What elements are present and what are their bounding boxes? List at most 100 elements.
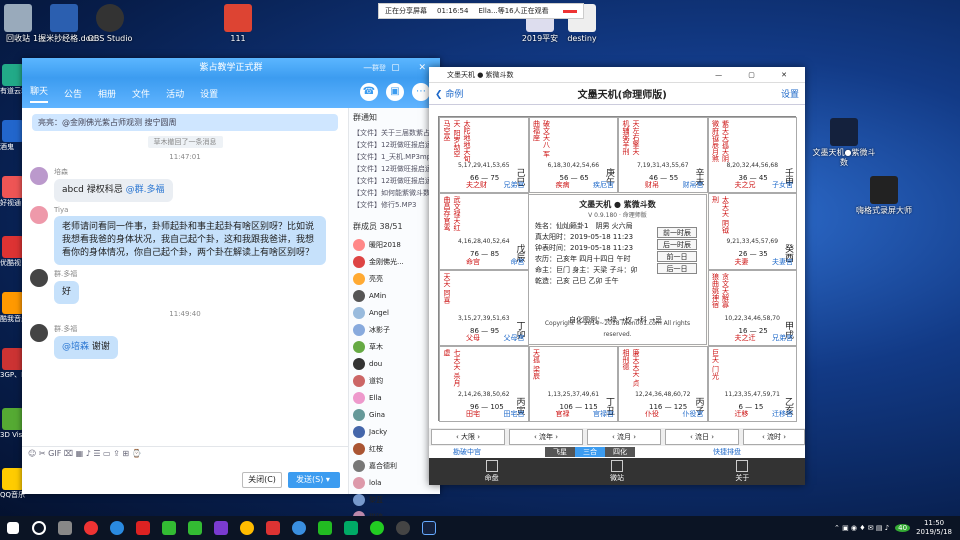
taskbar-app[interactable] <box>104 516 130 540</box>
avatar[interactable] <box>30 167 48 185</box>
file-item[interactable]: 【文件】关于三届数紫占... <box>349 127 440 139</box>
pinned-message[interactable]: 亮亮：@金刚佛光紫占师观测 搜宁圆周 <box>32 114 338 131</box>
member-item[interactable]: AMin <box>349 287 440 304</box>
taskbar-app[interactable] <box>182 516 208 540</box>
time-shift-button[interactable]: 后一日 <box>657 263 697 274</box>
close-button[interactable]: 关闭(C) <box>242 472 282 488</box>
taskbar-app[interactable] <box>52 516 78 540</box>
mode-sanhe[interactable]: 三合 <box>575 447 605 457</box>
tab-notice[interactable]: 公告 <box>64 87 82 100</box>
taskbar-app[interactable] <box>208 516 234 540</box>
member-item[interactable]: 黎蓝 <box>349 491 440 508</box>
quick-chart-button[interactable]: 快捷排盘 <box>713 447 741 457</box>
more-icon[interactable]: ⋯ <box>412 83 430 101</box>
palace-cell[interactable]: 七天天 杀月虚 2,14,26,38,50,62 96 — 105 丙寅 田宅 田宅宫 <box>439 345 529 422</box>
tab-album[interactable]: 相册 <box>98 87 116 100</box>
footer-chart[interactable]: 命盘 <box>472 460 512 485</box>
flow-4[interactable]: ‹ 流时 › <box>743 429 805 445</box>
message-input[interactable]: 关闭(C) 发送(S) ▾ <box>22 460 348 494</box>
flow-3[interactable]: ‹ 流日 › <box>665 429 739 445</box>
palace-cell[interactable]: 天孤 梁辰 1,13,25,37,49,61 106 — 115 丁丑 官禄 官禄宫 <box>528 345 618 422</box>
avatar[interactable] <box>30 269 48 287</box>
time-shift-button[interactable]: 前一日 <box>657 251 697 262</box>
palace-cell[interactable]: 太陀地地天旬天 阳罗劫空马空巫 5,17,29,41,53,65 66 — 75 己巳… <box>439 117 529 194</box>
mode-sihua[interactable]: 四化 <box>605 447 635 457</box>
tray-icons[interactable]: ⌃ ▣ ◉ ♦ ✉ ▤ ♪ <box>834 524 889 532</box>
file-item[interactable]: 【文件】修行5.MP3 <box>349 199 440 211</box>
notification-badge[interactable]: 40 <box>895 524 911 532</box>
palace-cell[interactable]: 廉天天天 贞相刑德 12,24,36,48,60,72 116 — 125 丙子 仆役仆… <box>618 345 708 422</box>
member-item[interactable]: Angel <box>349 304 440 321</box>
flow-2[interactable]: ‹ 流月 › <box>587 429 661 445</box>
kanpo-button[interactable]: 勘破中宫 <box>453 447 481 457</box>
tab-chat[interactable]: 聊天 <box>30 84 49 103</box>
window-controls[interactable]: — ▢ ✕ <box>715 67 799 83</box>
clock[interactable]: 11:50 2019/5/18 <box>916 519 952 537</box>
taskbar-app[interactable] <box>234 516 260 540</box>
share-icon[interactable]: ▣ <box>386 83 404 101</box>
member-item[interactable]: 亮亮 <box>349 270 440 287</box>
avatar[interactable] <box>30 324 48 342</box>
palace-cell[interactable]: 紫天天孤天阴 微府钺辰月煞 8,20,32,44,56,68 36 — 45 壬申 夫之… <box>707 117 797 194</box>
flow-0[interactable]: ‹ 大限 › <box>431 429 505 445</box>
member-item[interactable]: 冰影子 <box>349 321 440 338</box>
time-shift-button[interactable]: 后一时辰 <box>657 239 697 250</box>
settings-button[interactable]: 设置 <box>781 87 799 100</box>
taskbar-app[interactable] <box>156 516 182 540</box>
toolbar-icons[interactable]: ☺ ✂ GIF ⌧ ▦ ♪ ☰ ▭ ⇪ ⊞ ⌚ <box>28 449 142 458</box>
member-item[interactable]: lola <box>349 474 440 491</box>
desktop-icon-recorder[interactable]: 嗨格式录屏大师 <box>852 176 916 216</box>
taskbar-app[interactable] <box>260 516 286 540</box>
back-button[interactable]: ❮ 命例 <box>435 87 463 100</box>
window-controls[interactable]: — ▢ ✕ <box>363 58 434 78</box>
input-toolbar[interactable]: ☺ ✂ GIF ⌧ ▦ ♪ ☰ ▭ ⇪ ⊞ ⌚ <box>22 446 348 460</box>
tab-files[interactable]: 文件 <box>132 87 150 100</box>
member-item[interactable]: dou <box>349 355 440 372</box>
file-item[interactable]: 【文件】1_天机.MP3mp3 <box>349 151 440 163</box>
member-item[interactable]: 暖阳2018 <box>349 236 440 253</box>
taskbar-app[interactable] <box>390 516 416 540</box>
time-shift-button[interactable]: 前一时辰 <box>657 227 697 238</box>
qq-titlebar[interactable]: 紫占教学正式群 群登 — ▢ ✕ <box>22 58 440 78</box>
desktop-icon-obs[interactable]: OBS Studio <box>78 4 142 44</box>
desktop-icon-wenmo[interactable]: 文墨天机●紫微斗数 <box>812 118 876 168</box>
phone-icon[interactable]: ☎ <box>360 83 378 101</box>
footer-site[interactable]: 微站 <box>597 460 637 485</box>
member-item[interactable]: 道钧 <box>349 372 440 389</box>
palace-cell[interactable]: 破文天八 军曲福座 6,18,30,42,54,66 56 — 65 庚午 疾病 疾厄宫 <box>528 117 618 194</box>
ziwei-titlebar[interactable]: 文墨天机 ● 紫微斗数 — ▢ ✕ <box>429 67 805 83</box>
file-item[interactable]: 【文件】12斑做旺报启运... <box>349 163 440 175</box>
member-item[interactable]: 草木 <box>349 338 440 355</box>
taskbar-app[interactable] <box>286 516 312 540</box>
tab-activity[interactable]: 活动 <box>166 87 184 100</box>
send-button[interactable]: 发送(S) ▾ <box>288 472 340 488</box>
taskbar-app[interactable] <box>312 516 338 540</box>
file-item[interactable]: 【文件】如何能紫微斗数... <box>349 187 440 199</box>
taskbar-app[interactable] <box>78 516 104 540</box>
search-button[interactable] <box>26 516 52 540</box>
taskbar-app[interactable] <box>338 516 364 540</box>
palace-cell[interactable]: 武文禄天红 曲昌存官鸾 4,16,28,40,52,64 76 — 85 戊辰 命宫 命宫 <box>439 193 529 270</box>
taskbar-app[interactable] <box>130 516 156 540</box>
mode-feixing[interactable]: 飞星 <box>545 447 575 457</box>
start-button[interactable] <box>0 516 26 540</box>
palace-cell[interactable]: 巨天 门光 11,23,35,47,59,71 6 — 15 乙亥 迁移 迁移宫 <box>707 345 797 422</box>
tab-settings[interactable]: 设置 <box>200 87 218 100</box>
file-item[interactable]: 【文件】12斑做旺报启运... <box>349 175 440 187</box>
stop-share-button[interactable] <box>563 9 577 13</box>
desktop-icon-111[interactable]: 111 <box>206 4 270 44</box>
member-item[interactable]: 红桉 <box>349 440 440 457</box>
palace-cell[interactable]: 天左右擎天 机辅弼羊刑 7,19,31,43,55,67 46 — 55 辛未 财帛 财帛… <box>618 117 708 194</box>
member-item[interactable]: 金刚佛光... <box>349 253 440 270</box>
avatar[interactable] <box>30 206 48 224</box>
member-item[interactable]: Ella <box>349 389 440 406</box>
flow-1[interactable]: ‹ 流年 › <box>509 429 583 445</box>
member-item[interactable]: Jacky <box>349 423 440 440</box>
palace-cell[interactable]: 天天 同喜 3,15,27,39,51,63 86 — 95 丁卯 父母 父母宫 <box>439 269 529 346</box>
member-item[interactable]: 嘉合德利 <box>349 457 440 474</box>
member-item[interactable]: Gina <box>349 406 440 423</box>
palace-cell[interactable]: 太天天 阴钺刑 9,21,33,45,57,69 26 — 35 癸酉 夫妻 夫妻宫 <box>707 193 797 270</box>
file-item[interactable]: 【文件】12斑做旺报启运... <box>349 139 440 151</box>
palace-cell[interactable]: 贪文天解寡 狼曲姚神宿 10,22,34,46,58,70 16 — 25 甲戌 夫之迁… <box>707 269 797 346</box>
taskbar-app[interactable] <box>416 516 442 540</box>
